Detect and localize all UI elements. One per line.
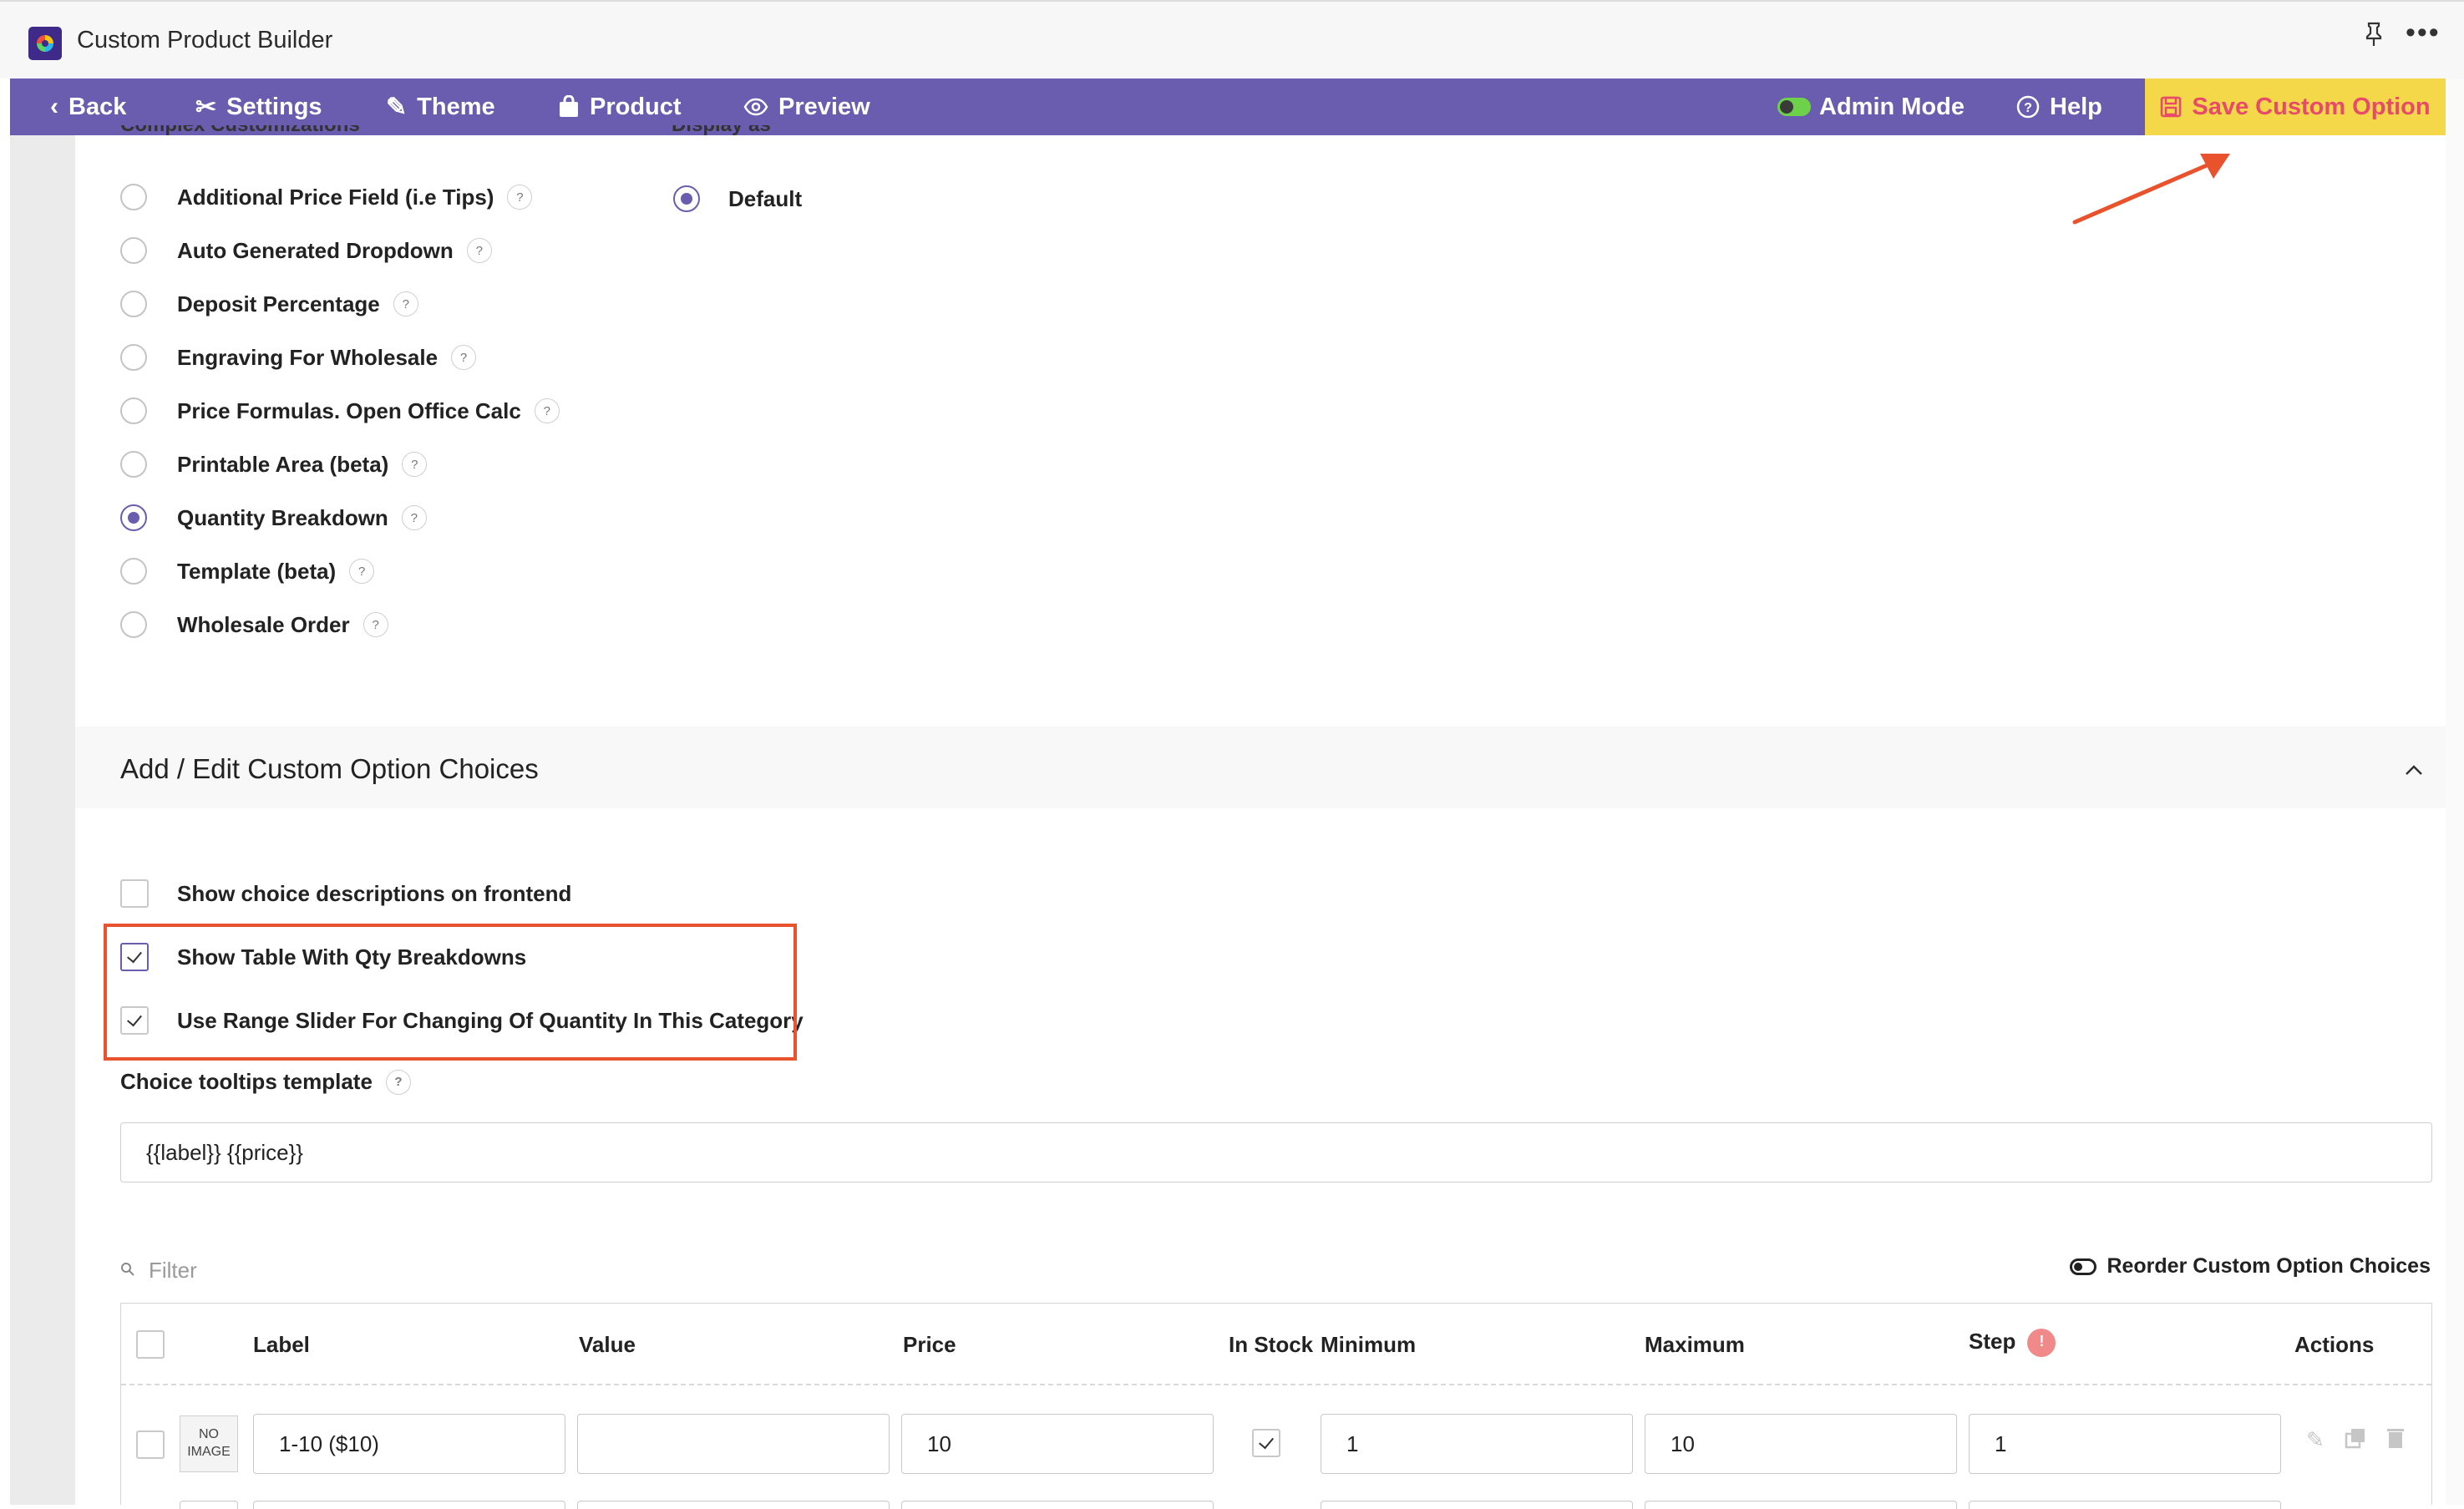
help-icon[interactable]: ?: [466, 238, 492, 263]
chevron-up-icon[interactable]: [2404, 757, 2424, 782]
help-icon[interactable]: ?: [385, 1069, 411, 1095]
next-row-edge: [1645, 1501, 1957, 1509]
tooltip-template-input[interactable]: {{label}} {{price}}: [120, 1122, 2432, 1182]
choice-maximum-input[interactable]: 10: [1645, 1414, 1957, 1474]
choice-image-placeholder[interactable]: NO IMAGE: [180, 1415, 238, 1472]
tools-icon: ✂: [195, 93, 217, 121]
help-icon[interactable]: ?: [534, 398, 560, 423]
choice-price-input[interactable]: 10: [901, 1414, 1214, 1474]
help-icon[interactable]: ?: [451, 345, 477, 370]
help-icon[interactable]: ?: [363, 612, 388, 637]
main-toolbar: ‹ Back ✂ Settings ✎ Theme Product Previe…: [10, 78, 2446, 135]
edit-icon[interactable]: ✎: [2306, 1427, 2325, 1453]
section-title: Add / Edit Custom Option Choices: [120, 753, 539, 784]
choices-table: Label Value Price In Stock Minimum Maxim…: [120, 1303, 2432, 1509]
warning-icon[interactable]: [2027, 1329, 2056, 1358]
help-icon[interactable]: ?: [393, 291, 418, 316]
option-engraving-wholesale[interactable]: Engraving For Wholesale ?: [120, 341, 477, 374]
window-titlebar: Custom Product Builder •••: [0, 0, 2464, 78]
radio-button[interactable]: [120, 291, 147, 317]
back-button[interactable]: ‹ Back: [50, 78, 126, 135]
radio-button-selected[interactable]: [120, 504, 147, 531]
next-row-edge: [577, 1501, 890, 1509]
header-label[interactable]: Label: [253, 1332, 310, 1358]
right-edge: [2446, 78, 2464, 1505]
brush-icon: ✎: [386, 93, 408, 121]
option-additional-price[interactable]: Additional Price Field (i.e Tips) ?: [120, 180, 533, 214]
display-as-default[interactable]: Default: [673, 182, 802, 215]
radio-button[interactable]: [120, 398, 147, 424]
header-step[interactable]: Step: [1969, 1329, 2056, 1358]
duplicate-icon[interactable]: [2345, 1427, 2366, 1455]
radio-button[interactable]: [120, 558, 147, 585]
in-stock-checkbox[interactable]: [1252, 1429, 1280, 1457]
radio-button[interactable]: [120, 344, 147, 371]
next-row-edge: [1321, 1501, 1633, 1509]
shopping-bag-icon: [558, 95, 580, 119]
option-printable-area[interactable]: Printable Area (beta) ?: [120, 448, 428, 481]
svg-text:?: ?: [2024, 101, 2032, 115]
app-logo-icon: [28, 27, 62, 60]
choice-step-input[interactable]: 1: [1969, 1414, 2281, 1474]
choice-label-input[interactable]: 1-10 ($10): [253, 1414, 565, 1474]
header-price[interactable]: Price: [903, 1332, 956, 1358]
chevron-left-icon: ‹: [50, 93, 58, 120]
save-custom-option-button[interactable]: Save Custom Option: [2145, 78, 2446, 135]
admin-mode-toggle[interactable]: Admin Mode: [1777, 78, 1965, 135]
help-icon[interactable]: ?: [507, 185, 533, 210]
search-icon: [120, 1260, 135, 1282]
option-quantity-breakdown[interactable]: Quantity Breakdown ?: [120, 501, 427, 534]
eye-icon: [743, 98, 768, 116]
toggle-icon: [2070, 1258, 2097, 1275]
option-auto-dropdown[interactable]: Auto Generated Dropdown ?: [120, 234, 492, 267]
next-row-edge: [1969, 1501, 2281, 1509]
header-actions: Actions: [2294, 1332, 2375, 1357]
pin-icon[interactable]: [2364, 22, 2384, 54]
header-divider: [121, 1384, 2431, 1385]
option-deposit-percentage[interactable]: Deposit Percentage ?: [120, 287, 418, 321]
save-icon: [2160, 96, 2182, 118]
window-title: Custom Product Builder: [77, 27, 333, 53]
select-all-checkbox[interactable]: [136, 1330, 165, 1359]
toggle-icon: [1777, 98, 1811, 116]
next-row-edge: [180, 1501, 238, 1509]
next-row-edge: [901, 1501, 1214, 1509]
option-wholesale-order[interactable]: Wholesale Order ?: [120, 608, 388, 641]
theme-button[interactable]: ✎ Theme: [386, 78, 495, 135]
option-template[interactable]: Template (beta) ?: [120, 554, 375, 588]
help-icon[interactable]: ?: [402, 452, 428, 477]
help-icon[interactable]: ?: [401, 505, 427, 530]
header-minimum[interactable]: Minimum: [1321, 1332, 1416, 1358]
radio-button[interactable]: [120, 451, 147, 478]
checkbox[interactable]: [120, 879, 149, 908]
annotation-arrow: [2072, 154, 2230, 225]
radio-button-selected[interactable]: [673, 185, 700, 212]
more-options-icon[interactable]: •••: [2406, 17, 2441, 49]
header-in-stock[interactable]: In Stock: [1229, 1332, 1313, 1358]
complex-customizations-label: Complex Customizations: [120, 125, 360, 137]
filter-input[interactable]: Filter: [120, 1258, 197, 1284]
radio-button[interactable]: [120, 611, 147, 638]
header-value[interactable]: Value: [579, 1332, 636, 1358]
choice-minimum-input[interactable]: 1: [1321, 1414, 1633, 1474]
header-maximum[interactable]: Maximum: [1645, 1332, 1745, 1358]
help-icon[interactable]: ?: [349, 559, 375, 584]
help-button[interactable]: ? Help: [2016, 78, 2102, 135]
radio-button[interactable]: [120, 184, 147, 210]
trash-icon[interactable]: [2386, 1427, 2405, 1455]
left-rail: [10, 135, 75, 1505]
row-select-checkbox[interactable]: [136, 1431, 165, 1459]
product-button[interactable]: Product: [558, 78, 682, 135]
choices-section-header[interactable]: Add / Edit Custom Option Choices: [75, 727, 2446, 808]
reorder-choices-toggle[interactable]: Reorder Custom Option Choices: [2070, 1254, 2431, 1279]
annotation-highlight-box: [104, 924, 797, 1061]
option-price-formulas[interactable]: Price Formulas. Open Office Calc ?: [120, 394, 560, 428]
tooltip-template-label: Choice tooltips template ?: [120, 1069, 411, 1095]
choice-value-input[interactable]: [577, 1414, 890, 1474]
display-as-label: Display as: [672, 125, 771, 137]
next-row-edge: [253, 1501, 565, 1509]
show-descriptions-checkbox-row[interactable]: Show choice descriptions on frontend: [120, 877, 571, 910]
radio-button[interactable]: [120, 237, 147, 264]
question-circle-icon: ?: [2016, 95, 2040, 119]
